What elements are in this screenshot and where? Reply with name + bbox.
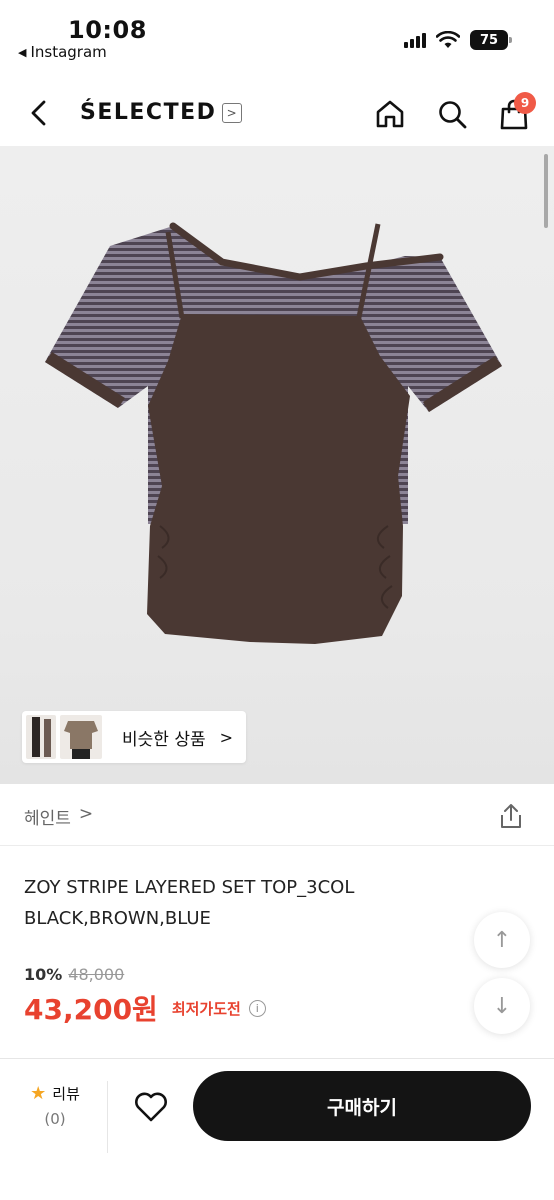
original-price: 48,000: [68, 965, 125, 984]
similar-thumbnail: [60, 715, 102, 759]
home-button[interactable]: [370, 94, 410, 134]
status-time: 10:08: [68, 16, 147, 44]
brand-row: 헤인트 >: [0, 784, 554, 846]
sale-price: 43,200원: [24, 993, 158, 1026]
similar-products-label: 비슷한 상품: [122, 729, 206, 750]
similar-thumbnail: [26, 715, 56, 759]
product-title-line: BLACK,BROWN,BLUE: [24, 908, 211, 929]
info-icon[interactable]: i: [248, 999, 266, 1017]
arrow-down-icon: ↓: [492, 993, 512, 1019]
shop-brand-link[interactable]: 헤인트 >: [24, 804, 93, 829]
shop-brand-name: 헤인트: [24, 809, 71, 829]
review-label: 리뷰: [52, 1085, 80, 1103]
star-icon: ★: [30, 1083, 47, 1104]
similar-thumbnails: [26, 715, 102, 759]
brand-logo: ŚELECTED: [80, 100, 217, 125]
scroll-up-button[interactable]: ↑: [474, 912, 530, 968]
search-button[interactable]: [432, 94, 472, 134]
heart-icon[interactable]: [133, 1089, 169, 1125]
review-button[interactable]: ★ 리뷰 (0): [22, 1083, 88, 1128]
home-icon: [376, 100, 404, 128]
wifi-icon: [436, 31, 460, 48]
brand-logo-link[interactable]: ŚELECTED >: [80, 100, 243, 125]
back-to-app-link[interactable]: ◀ Instagram: [18, 43, 107, 61]
product-image: [45, 222, 502, 644]
scroll-down-button[interactable]: ↓: [474, 978, 530, 1034]
chevron-right-icon: >: [219, 727, 234, 747]
battery-icon: 75: [470, 30, 512, 50]
bottom-action-bar: ★ 리뷰 (0) 구매하기: [0, 1058, 554, 1200]
share-icon[interactable]: [498, 802, 524, 830]
arrow-up-icon: ↑: [492, 927, 512, 953]
divider: [107, 1081, 108, 1153]
lowest-price-label: 최저가도전: [171, 999, 241, 1018]
review-count: (0): [44, 1110, 66, 1128]
back-app-label: Instagram: [30, 43, 107, 61]
cellular-signal-icon: [404, 32, 426, 48]
discount-rate: 10%: [24, 965, 63, 984]
product-title: ZOY STRIPE LAYERED SET TOP_3COL BLACK,BR…: [24, 872, 444, 934]
price-line: 43,200원 최저가도전 i: [24, 988, 266, 1028]
search-icon: [439, 101, 467, 129]
similar-products-button[interactable]: 비슷한 상품 >: [22, 711, 246, 763]
back-chevron-icon[interactable]: [24, 96, 54, 130]
chevron-right-icon: >: [78, 804, 94, 824]
product-image-gallery[interactable]: 비슷한 상품 >: [0, 146, 554, 784]
status-bar: 10:08 ◀ Instagram 75: [0, 0, 554, 72]
cart-count-badge: 9: [514, 92, 536, 114]
brand-arrow-icon: >: [222, 102, 243, 123]
discount-line: 10% 48,000: [24, 965, 124, 984]
buy-button[interactable]: 구매하기: [193, 1071, 531, 1141]
cart-button[interactable]: 9: [494, 92, 536, 134]
app-header: ŚELECTED > 9: [0, 80, 554, 146]
product-title-line: ZOY STRIPE LAYERED SET TOP_3COL: [24, 877, 355, 898]
status-icons: 75: [404, 30, 512, 50]
back-triangle-icon: ◀: [18, 45, 27, 59]
